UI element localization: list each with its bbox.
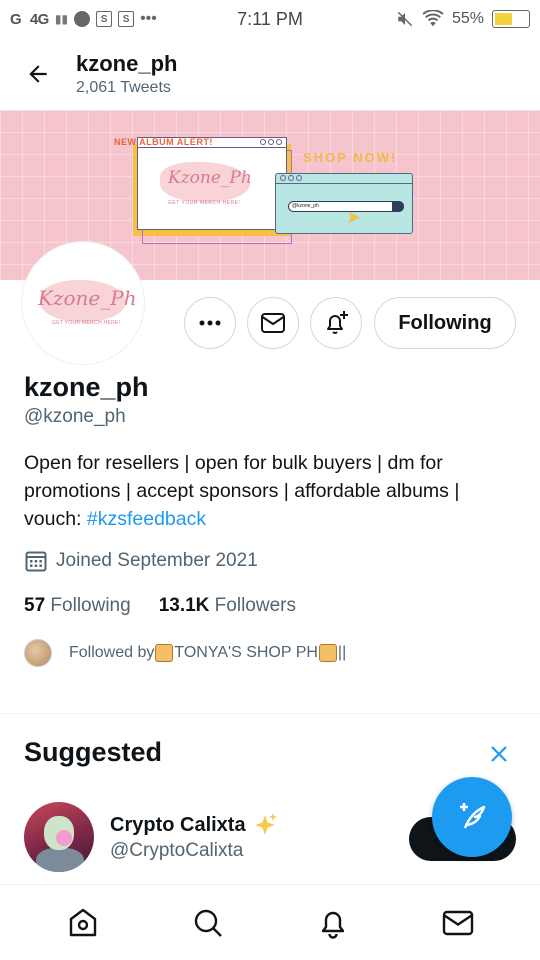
followers-stat[interactable]: 13.1K Followers bbox=[159, 595, 296, 617]
signal-icon: ▮▮ bbox=[54, 12, 69, 26]
more-notifications-icon: ••• bbox=[140, 10, 157, 27]
wifi-icon bbox=[422, 10, 444, 27]
avatar-logo-sub: GET YOUR MERCH HERE! bbox=[52, 320, 121, 326]
notifications-button[interactable] bbox=[310, 297, 362, 349]
message-button[interactable] bbox=[247, 297, 299, 349]
battery-percent: 55% bbox=[451, 10, 484, 27]
tweet-count: 2,061 Tweets bbox=[76, 79, 171, 96]
suggested-user-avatar[interactable] bbox=[24, 802, 94, 872]
sparkles-icon bbox=[254, 813, 277, 835]
profile-header: kzone_ph 2,061 Tweets bbox=[0, 38, 540, 110]
bottom-navigation bbox=[0, 884, 540, 960]
suggested-user-name[interactable]: Crypto Calixta bbox=[110, 812, 278, 838]
cursor-icon: ➤ bbox=[346, 207, 362, 227]
bio-hashtag-link[interactable]: #kzsfeedback bbox=[87, 508, 206, 530]
mail-icon bbox=[261, 313, 285, 333]
signal-indicator: G 4G bbox=[10, 10, 49, 28]
banner-search-window: @kzone_ph ➤ bbox=[275, 173, 413, 234]
search-icon bbox=[194, 909, 222, 937]
feather-plus-icon bbox=[460, 803, 486, 829]
arrow-left-icon bbox=[29, 65, 47, 83]
profile-handle: @kzone_ph bbox=[24, 406, 126, 427]
notification-s-icon-2: S bbox=[118, 11, 135, 27]
scroll-emoji-icon bbox=[318, 644, 337, 662]
following-stat[interactable]: 57 Following bbox=[24, 595, 131, 617]
banner-alert-text: NEW ALBUM ALERT! bbox=[114, 137, 213, 147]
messenger-icon bbox=[74, 11, 91, 27]
following-label: Following bbox=[50, 595, 131, 616]
status-bar: G 4G ▮▮ S S ••• 7:11 PM 55% bbox=[0, 0, 540, 38]
followed-by-prefix: Followed by bbox=[69, 644, 155, 661]
close-icon bbox=[491, 746, 507, 762]
follow-stats: 57 Following 13.1K Followers bbox=[24, 595, 296, 617]
avatar-logo: Kzone_Ph bbox=[38, 286, 137, 310]
followers-label: Followers bbox=[214, 595, 296, 616]
banner-window: Kzone_Ph GET YOUR MERCH HERE! bbox=[137, 137, 287, 230]
notification-s-icon: S bbox=[96, 11, 113, 27]
more-options-button[interactable] bbox=[184, 297, 236, 349]
nav-messages[interactable] bbox=[428, 893, 488, 953]
bell-icon bbox=[321, 911, 344, 939]
section-divider bbox=[0, 713, 540, 714]
battery-icon bbox=[492, 10, 530, 28]
followers-count: 13.1K bbox=[158, 595, 210, 616]
compose-tweet-button[interactable] bbox=[432, 777, 512, 857]
nav-notifications[interactable] bbox=[303, 893, 363, 953]
bell-plus-icon bbox=[327, 311, 348, 334]
back-button[interactable] bbox=[0, 38, 76, 110]
profile-avatar[interactable]: Kzone_Ph GET YOUR MERCH HERE! bbox=[22, 242, 144, 364]
profile-bio: Open for resellers | open for bulk buyer… bbox=[24, 449, 504, 533]
calendar-icon bbox=[25, 551, 47, 572]
suggested-user-name-text: Crypto Calixta bbox=[110, 813, 246, 836]
scroll-emoji-icon bbox=[155, 644, 174, 662]
nav-home[interactable] bbox=[53, 893, 113, 953]
banner-shop-text: SHOP NOW! bbox=[303, 150, 398, 165]
followed-by-name: TONYA'S SHOP PH bbox=[174, 644, 318, 661]
banner-logo-sub: GET YOUR MERCH HERE! bbox=[168, 200, 241, 206]
followed-by[interactable]: Followed by TONYA'S SHOP PH || bbox=[24, 639, 346, 667]
joined-date: Joined September 2021 bbox=[24, 549, 258, 573]
followed-by-suffix: || bbox=[337, 644, 347, 661]
banner-logo: Kzone_Ph bbox=[168, 168, 252, 188]
follower-avatar bbox=[24, 639, 52, 667]
suggested-user-handle: @CryptoCalixta bbox=[110, 840, 244, 861]
home-icon bbox=[69, 908, 96, 936]
following-button[interactable]: Following bbox=[374, 297, 516, 349]
following-count: 57 bbox=[24, 595, 46, 616]
suggested-title: Suggested bbox=[24, 737, 163, 767]
joined-text: Joined September 2021 bbox=[56, 550, 258, 571]
header-title: kzone_ph bbox=[76, 51, 178, 76]
profile-name: kzone_ph bbox=[24, 372, 149, 402]
nav-search[interactable] bbox=[178, 893, 238, 953]
mail-icon bbox=[442, 910, 473, 935]
dismiss-suggested-button[interactable] bbox=[486, 741, 512, 767]
more-icon bbox=[199, 320, 221, 326]
mute-icon bbox=[397, 11, 413, 27]
